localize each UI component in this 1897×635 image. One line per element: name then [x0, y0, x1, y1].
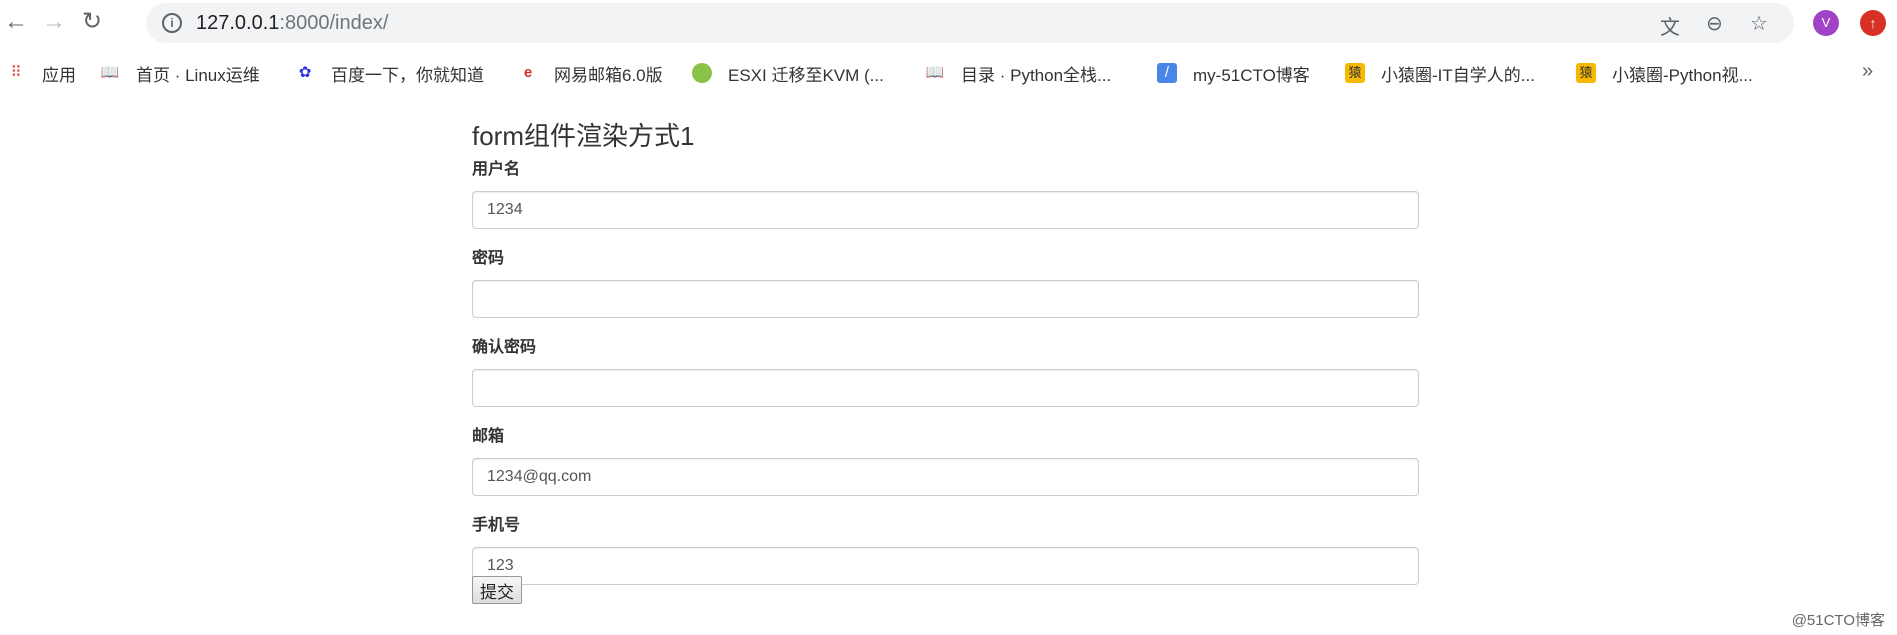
field-confirm-password: 确认密码 [472, 338, 1419, 421]
baidu-paw-icon: ✿ [298, 64, 312, 81]
phone-label: 手机号 [472, 517, 521, 534]
bookmark-yuan-python[interactable]: 猿小猿圈-Python视... [1576, 62, 1753, 85]
zoom-out-icon[interactable]: ⊖ [1706, 11, 1723, 36]
url-path: :8000/index/ [279, 12, 389, 34]
bookmark-label: 目录 · Python全栈... [961, 65, 1112, 85]
translate-icon[interactable]: 文 [1660, 11, 1680, 40]
username-label: 用户名 [472, 161, 521, 178]
bookmark-label: ESXI 迁移至KVM (... [728, 65, 884, 85]
frog-icon [692, 63, 712, 83]
bookmarks-bar: ⠿ 应用 📖 首页 · Linux运维 ✿ 百度一下，你就知道 e 网易邮箱6.0版 E… [0, 54, 1897, 92]
star-icon[interactable]: ☆ [1750, 11, 1768, 36]
bookmark-apps[interactable]: ⠿ 应用 [6, 62, 77, 85]
forward-icon[interactable]: → [40, 8, 68, 36]
url-host: 127.0.0.1 [196, 12, 280, 34]
bookmark-label: 小猿圈-IT自学人的... [1381, 65, 1535, 85]
phone-input[interactable] [472, 547, 1419, 585]
bookmark-yuan-it[interactable]: 猿小猿圈-IT自学人的... [1345, 62, 1535, 85]
watermark: @51CTO博客 [1791, 612, 1885, 629]
password-input[interactable] [472, 280, 1419, 318]
back-icon[interactable]: ← [2, 8, 30, 36]
bookmark-label: 网易邮箱6.0版 [554, 65, 663, 85]
bookmark-linux[interactable]: 📖 首页 · Linux运维 [100, 62, 260, 85]
submit-button[interactable]: 提交 [472, 576, 522, 604]
field-phone: 手机号 [472, 516, 1419, 599]
bookmark-label: 首页 · Linux运维 [136, 65, 260, 85]
book-icon: 📖 [925, 64, 945, 81]
yuan-icon: 猿 [1576, 63, 1596, 83]
info-icon[interactable]: i [162, 13, 182, 33]
netease-mail-icon: e [523, 64, 533, 81]
bookmark-python[interactable]: 📖 目录 · Python全栈... [925, 62, 1112, 85]
email-input[interactable] [472, 458, 1419, 496]
more-bookmarks-icon[interactable]: » [1862, 60, 1873, 83]
bookmark-label: 百度一下，你就知道 [331, 65, 484, 85]
avatar[interactable]: V [1813, 10, 1839, 36]
email-label: 邮箱 [472, 428, 505, 445]
address-bar[interactable]: i 127.0.0.1:8000/index/ 文 ⊖ ☆ [146, 3, 1794, 43]
field-email: 邮箱 [472, 427, 1419, 510]
field-password: 密码 [472, 249, 1419, 332]
bookmark-baidu[interactable]: ✿ 百度一下，你就知道 [295, 62, 484, 85]
page-title: form组件渲染方式1 [472, 121, 695, 151]
reload-icon[interactable]: ↻ [78, 8, 106, 36]
username-input[interactable] [472, 191, 1419, 229]
password-label: 密码 [472, 250, 505, 267]
bookmark-label: my-51CTO博客 [1193, 65, 1310, 85]
signup-form: form组件渲染方式1 用户名 密码 确认密码 邮箱 手机号 [472, 118, 1419, 599]
yuan-icon: 猿 [1345, 63, 1365, 83]
bookmark-label: 应用 [42, 65, 76, 85]
book-icon: 📖 [100, 64, 120, 81]
extension-upload-icon[interactable]: ↑ [1860, 10, 1886, 36]
bookmark-label: 小猿圈-Python视... [1612, 65, 1753, 85]
confirm-password-input[interactable] [472, 369, 1419, 407]
apps-grid-icon: ⠿ [10, 64, 22, 81]
bookmark-netease[interactable]: e 网易邮箱6.0版 [518, 62, 663, 85]
field-username: 用户名 [472, 160, 1419, 243]
confirm-password-label: 确认密码 [472, 339, 537, 356]
bookmark-esxi[interactable]: ESXI 迁移至KVM (... [692, 62, 884, 85]
bookmark-51cto[interactable]: / my-51CTO博客 [1157, 62, 1310, 85]
url-text[interactable]: 127.0.0.1:8000/index/ [196, 12, 388, 35]
feather-icon: / [1157, 63, 1177, 83]
browser-toolbar: ← → ↻ i 127.0.0.1:8000/index/ 文 ⊖ ☆ V ↑ [0, 0, 1897, 46]
